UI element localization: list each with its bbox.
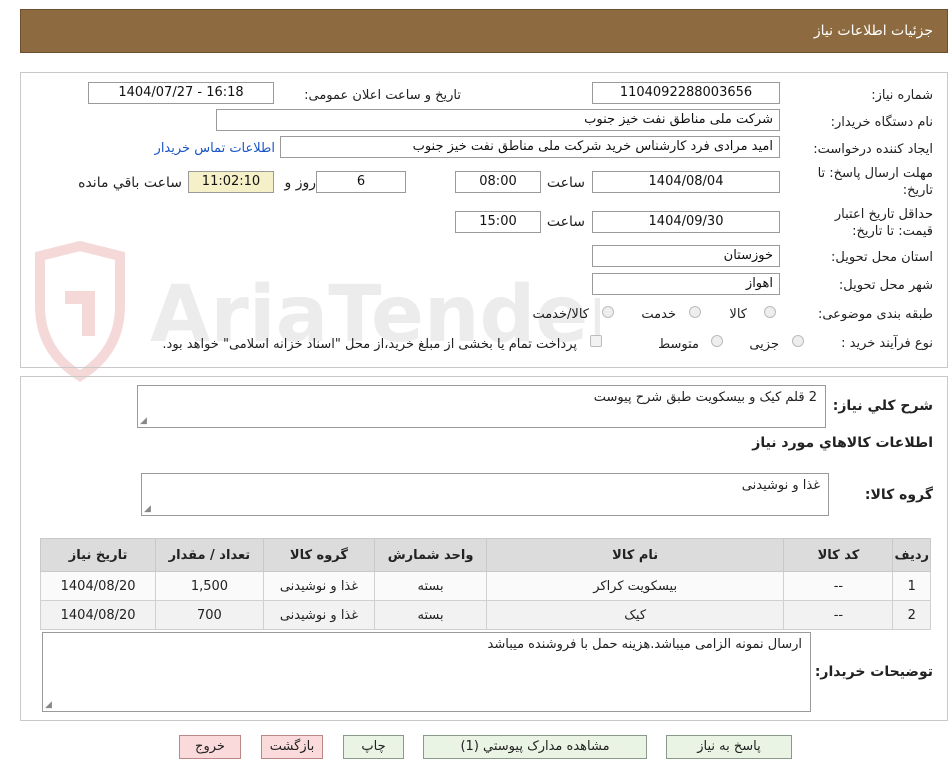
- summary-textarea[interactable]: 2 قلم کیک و بیسکویت طبق شرح پیوست ◢: [137, 385, 826, 428]
- reply-button[interactable]: پاسخ به نياز: [666, 735, 792, 759]
- deadline-time-label: ساعت: [546, 175, 585, 191]
- back-button[interactable]: بازگشت: [261, 735, 323, 759]
- province-label: استان محل تحویل:: [831, 250, 933, 265]
- process-radio-minor[interactable]: [792, 335, 804, 347]
- announce-datetime-field: 1404/07/27 - 16:18: [88, 82, 274, 104]
- col-item-code: کد کالا: [783, 538, 894, 572]
- goods-group-label: گروه کالا:: [864, 487, 933, 503]
- remaining-label: ساعت باقي مانده: [78, 175, 182, 191]
- resize-grip-icon: ◢: [144, 504, 151, 514]
- category-radio-goods[interactable]: [764, 306, 776, 318]
- page-header: جزئیات اطلاعات نیاز: [20, 9, 948, 53]
- cell-item-name: کیک: [485, 600, 785, 630]
- buyer-contact-link[interactable]: اطلاعات تماس خریدار: [155, 141, 275, 156]
- col-need-date: تاریخ نیاز: [39, 538, 157, 572]
- col-row-no: رديف: [892, 538, 931, 572]
- goods-group-textarea[interactable]: غذا و نوشیدنی ◢: [141, 473, 829, 516]
- table-row[interactable]: 2 -- کیک بسته غذا و نوشیدنی 700 1404/08/…: [39, 600, 931, 630]
- announce-label: تاریخ و ساعت اعلان عمومی:: [304, 88, 461, 103]
- goods-group-value: غذا و نوشیدنی: [741, 478, 820, 493]
- category-radio-goods-service[interactable]: [602, 306, 614, 318]
- city-field: اهواز: [592, 273, 780, 295]
- cell-group: غذا و نوشیدنی: [262, 600, 376, 630]
- validity-label: حداقل تاریخ اعتبار: [834, 207, 933, 222]
- col-quantity: تعداد / مقدار: [155, 538, 264, 572]
- deadline-label-2: تاریخ:: [902, 183, 933, 198]
- buyer-org-field: شرکت ملی مناطق نفت خیز جنوب: [216, 109, 780, 131]
- cell-unit: بسته: [374, 600, 487, 630]
- category-radio-service[interactable]: [689, 306, 701, 318]
- cell-row-no: 2: [892, 600, 931, 630]
- days-field: 6: [316, 171, 406, 193]
- treasury-checkbox[interactable]: [590, 335, 602, 347]
- validity-time-field: 15:00: [455, 211, 541, 233]
- goods-section-title: اطلاعات کالاهاي مورد نياز: [752, 435, 933, 451]
- category-label: طبقه بندی موضوعی:: [817, 307, 933, 322]
- buyer-notes-label: توضیحات خریدار:: [814, 664, 933, 680]
- days-label: روز و: [284, 175, 317, 191]
- col-item-name: نام کالا: [485, 538, 785, 572]
- page-title: جزئیات اطلاعات نیاز: [813, 23, 933, 39]
- cell-item-name: بیسکویت کراکر: [485, 571, 785, 601]
- deadline-label: مهلت ارسال پاسخ: تا: [817, 166, 933, 181]
- buyer-notes-value: ارسال نمونه الزامی میباشد.هزینه حمل با ف…: [487, 637, 802, 652]
- cell-quantity: 1,500: [155, 571, 264, 601]
- summary-label: شرح کلي نياز:: [832, 398, 933, 414]
- process-option-minor: جزیی: [749, 337, 779, 352]
- cell-item-code: --: [783, 600, 894, 630]
- validity-date-field: 1404/09/30: [592, 211, 780, 233]
- deadline-date-field: 1404/08/04: [592, 171, 780, 193]
- items-table: رديف کد کالا نام کالا واحد شمارش گروه کا…: [39, 538, 931, 630]
- province-field: خوزستان: [592, 245, 780, 267]
- cell-group: غذا و نوشیدنی: [262, 571, 376, 601]
- buyer-org-label: نام دستگاه خریدار:: [830, 115, 933, 130]
- col-group: گروه کالا: [262, 538, 376, 572]
- exit-button[interactable]: خروج: [179, 735, 241, 759]
- validity-time-label: ساعت: [546, 214, 585, 230]
- summary-value: 2 قلم کیک و بیسکویت طبق شرح پیوست: [593, 390, 817, 405]
- table-header-row: رديف کد کالا نام کالا واحد شمارش گروه کا…: [39, 538, 931, 572]
- cell-quantity: 700: [155, 600, 264, 630]
- category-option-service: خدمت: [641, 307, 676, 322]
- cell-unit: بسته: [374, 571, 487, 601]
- city-label: شهر محل تحویل:: [838, 278, 933, 293]
- treasury-note: پرداخت تمام یا بخشی از مبلغ خرید،از محل …: [162, 337, 577, 352]
- table-row[interactable]: 1 -- بیسکویت کراکر بسته غذا و نوشیدنی 1,…: [39, 571, 931, 601]
- need-number-field: 1104092288003656: [592, 82, 780, 104]
- process-option-medium: متوسط: [658, 337, 699, 352]
- remaining-time-field: 11:02:10: [188, 171, 274, 193]
- cell-need-date: 1404/08/20: [39, 571, 157, 601]
- cell-item-code: --: [783, 571, 894, 601]
- cell-row-no: 1: [892, 571, 931, 601]
- view-attachments-button[interactable]: مشاهده مدارک پیوستي (1): [423, 735, 647, 759]
- resize-grip-icon: ◢: [45, 700, 52, 710]
- need-number-label: شماره نیاز:: [871, 88, 933, 103]
- category-option-goods: کالا: [729, 307, 747, 322]
- creator-field: امید مرادی فرد کارشناس خرید شرکت ملی منا…: [280, 136, 780, 158]
- process-radio-medium[interactable]: [711, 335, 723, 347]
- validity-label-2: قیمت: تا تاریخ:: [852, 224, 933, 239]
- process-label: نوع فرآیند خرید :: [841, 336, 933, 351]
- category-option-goods-service: کالا/خدمت: [532, 307, 589, 322]
- print-button[interactable]: چاپ: [343, 735, 404, 759]
- deadline-time-field: 08:00: [455, 171, 541, 193]
- buyer-notes-textarea[interactable]: ارسال نمونه الزامی میباشد.هزینه حمل با ف…: [42, 632, 811, 712]
- creator-label: ایجاد کننده درخواست:: [813, 142, 933, 157]
- resize-grip-icon: ◢: [140, 416, 147, 426]
- col-unit: واحد شمارش: [374, 538, 487, 572]
- cell-need-date: 1404/08/20: [39, 600, 157, 630]
